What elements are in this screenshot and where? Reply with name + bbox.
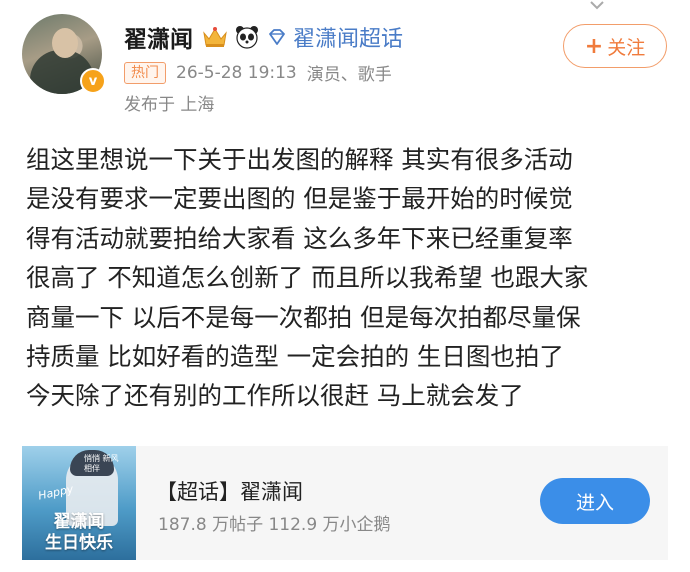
plus-icon: + xyxy=(584,33,604,59)
supertopic-card[interactable]: 悄悄 新风相伴 Happy 翟潇闻 生日快乐 【超话】翟潇闻 187.8 万帖子… xyxy=(22,446,668,560)
follow-label: 关注 xyxy=(607,36,646,59)
post-line: 今天除了还有别的工作所以很赶 马上就会发了 xyxy=(26,381,524,411)
cover-title-line: 生日快乐 xyxy=(45,533,113,553)
enter-button[interactable]: 进入 xyxy=(540,478,650,524)
chevron-down-icon[interactable] xyxy=(589,0,605,10)
supertopic-stats: 187.8 万帖子 112.9 万小企鹅 xyxy=(158,515,391,535)
location: 发布于 上海 xyxy=(124,95,215,115)
timestamp: 26-5-28 19:13 xyxy=(176,62,297,83)
supertopic-title: 【超话】翟潇闻 xyxy=(156,480,303,504)
panda-icon xyxy=(236,26,258,49)
supertopic-link[interactable]: 翟潇闻超话 xyxy=(293,21,403,53)
follow-button[interactable]: + 关注 xyxy=(563,24,667,68)
crown-icon xyxy=(203,27,227,47)
post-line: 是没有要求一定要出图的 但是鉴于最开始的时候觉 xyxy=(26,184,573,214)
post-line: 很高了 不知道怎么创新了 而且所以我希望 也跟大家 xyxy=(26,263,589,293)
gem-icon xyxy=(269,29,285,45)
username[interactable]: 翟潇闻 xyxy=(124,20,193,54)
post-body: 组这里想说一下关于出发图的解释 其实有很多活动 是没有要求一定要出图的 但是鉴于… xyxy=(26,140,676,416)
post-line: 商量一下 以后不是每一次都拍 但是每次拍都尽量保 xyxy=(26,302,581,332)
post-line: 持质量 比如好看的造型 一定会拍的 生日图也拍了 xyxy=(26,342,564,372)
cover-title-line: 翟潇闻 xyxy=(53,512,105,532)
category: 演员、歌手 xyxy=(306,65,392,85)
cover-small-text: 悄悄 新风相伴 xyxy=(84,454,119,473)
supertopic-cover-image: 悄悄 新风相伴 Happy 翟潇闻 生日快乐 xyxy=(22,446,136,560)
post-line: 组这里想说一下关于出发图的解释 其实有很多活动 xyxy=(26,145,573,174)
author-row: 翟潇闻 翟潇闻超话 xyxy=(124,20,403,54)
hot-tag: 热门 xyxy=(124,61,166,84)
verified-badge-icon: v xyxy=(80,68,106,94)
post-line: 得有活动就要拍给大家看 这么多年下来已经重复率 xyxy=(26,223,573,253)
post-meta: 热门 26-5-28 19:13 演员、歌手 xyxy=(124,60,392,85)
cover-title: 翟潇闻 生日快乐 xyxy=(22,512,136,554)
